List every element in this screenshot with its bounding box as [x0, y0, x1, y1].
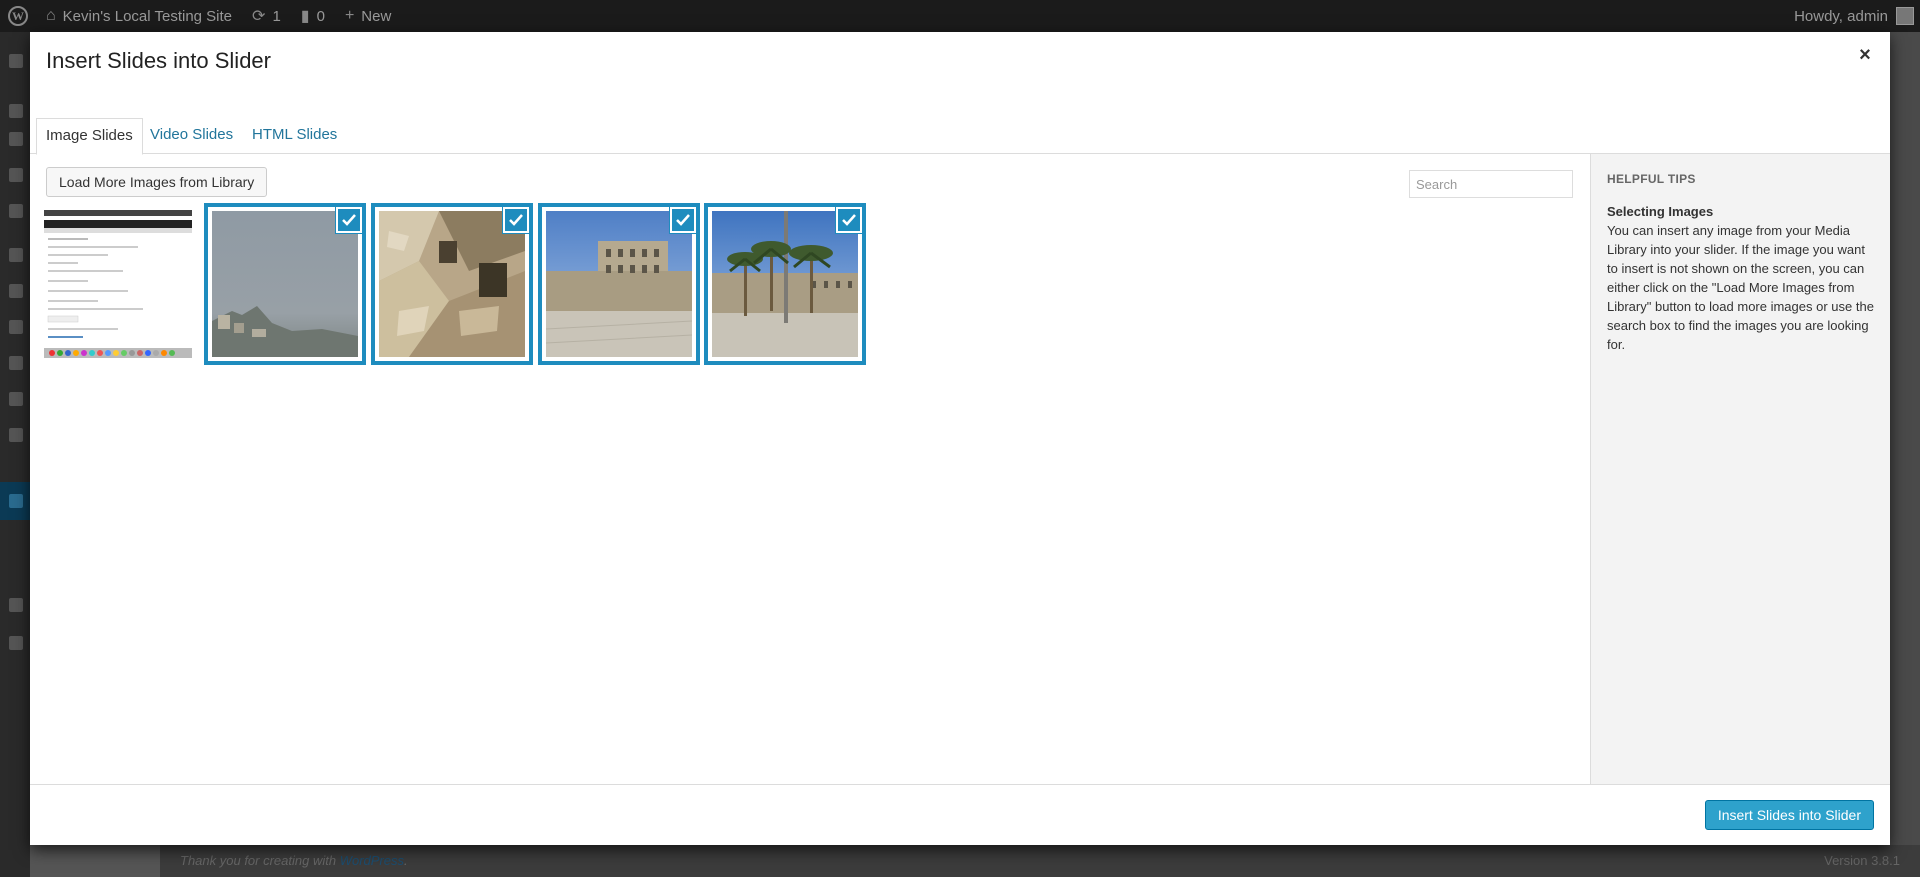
version-text: Version 3.8.1	[1824, 853, 1900, 868]
admin-footer: Thank you for creating with WordPress. V…	[160, 845, 1920, 877]
image-thumbnail-hillside[interactable]	[208, 207, 362, 361]
media-icon	[9, 132, 23, 146]
updates-count: 1	[272, 7, 281, 25]
misc-icon	[9, 598, 23, 612]
updates-icon: ⟳	[252, 8, 266, 25]
close-icon[interactable]: ×	[1852, 42, 1878, 68]
tools-icon	[9, 356, 23, 370]
image-thumbnail-palms[interactable]	[708, 207, 862, 361]
comments-link[interactable]: ▮ 0	[291, 0, 335, 32]
comment-icon: ▮	[300, 8, 310, 25]
comments-menu-icon	[9, 204, 23, 218]
modal-title: Insert Slides into Slider	[46, 48, 271, 73]
avatar	[1896, 7, 1914, 25]
checkmark-icon	[670, 207, 696, 233]
comments-count: 0	[316, 7, 325, 25]
image-browser: Load More Images from Library	[30, 154, 1590, 816]
footer-thanks: Thank you for creating with WordPress.	[180, 853, 408, 868]
admin-sidebar	[0, 32, 30, 877]
tab-video-slides[interactable]: Video Slides	[141, 118, 242, 154]
admin-bar: W ⌂ Kevin's Local Testing Site ⟳ 1 ▮ 0 +…	[0, 0, 1920, 32]
insert-slides-button[interactable]: Insert Slides into Slider	[1704, 800, 1874, 830]
slide-type-tabs: Image Slides Video Slides HTML Slides	[30, 86, 1890, 155]
load-more-images-button[interactable]: Load More Images from Library	[46, 167, 268, 197]
leaf-icon	[9, 428, 23, 442]
tab-html-slides[interactable]: HTML Slides	[243, 118, 346, 154]
dashboard-icon	[9, 54, 23, 68]
footer-thanks-text: Thank you for creating with	[180, 853, 337, 868]
checkmark-icon	[503, 207, 529, 233]
pages-icon	[9, 168, 23, 182]
plus-icon: +	[344, 7, 355, 24]
home-icon: ⌂	[46, 7, 56, 24]
modal-footer: Insert Slides into Slider	[30, 784, 1890, 845]
site-name-link[interactable]: ⌂ Kevin's Local Testing Site	[36, 0, 242, 32]
footer-period: .	[404, 853, 408, 868]
plugins-icon	[9, 284, 23, 298]
wordpress-link[interactable]: WordPress	[340, 853, 404, 868]
posts-icon	[9, 104, 23, 118]
insert-slides-modal: Insert Slides into Slider × Image Slides…	[30, 32, 1890, 845]
search-input[interactable]	[1409, 170, 1573, 198]
checkmark-icon	[836, 207, 862, 233]
users-icon	[9, 320, 23, 334]
appearance-icon	[9, 248, 23, 262]
tab-image-slides[interactable]: Image Slides	[36, 118, 143, 155]
updates-link[interactable]: ⟳ 1	[242, 0, 291, 32]
my-account-link[interactable]: Howdy, admin	[1794, 0, 1920, 32]
image-thumbnail-screenshot[interactable]	[41, 207, 195, 361]
new-content-link[interactable]: + New	[335, 0, 401, 32]
screenshot-thumbnail-image	[44, 210, 192, 358]
collapse-icon	[9, 636, 23, 650]
site-name: Kevin's Local Testing Site	[62, 7, 233, 25]
howdy-text: Howdy, admin	[1794, 7, 1888, 25]
slider-icon	[9, 494, 23, 508]
background-right-strip	[1890, 32, 1920, 877]
image-thumbnail-ruins[interactable]	[375, 207, 529, 361]
checkmark-icon	[336, 207, 362, 233]
image-thumbnail-courtyard[interactable]	[542, 207, 696, 361]
helpful-tips-panel: HELPFUL TIPS Selecting Images You can in…	[1590, 154, 1890, 816]
tips-body: You can insert any image from your Media…	[1607, 223, 1874, 352]
settings-icon	[9, 392, 23, 406]
wordpress-logo-icon[interactable]: W	[0, 0, 36, 32]
new-label: New	[361, 7, 392, 25]
tips-subheading: Selecting Images	[1607, 204, 1714, 219]
tips-heading: HELPFUL TIPS	[1607, 172, 1696, 186]
